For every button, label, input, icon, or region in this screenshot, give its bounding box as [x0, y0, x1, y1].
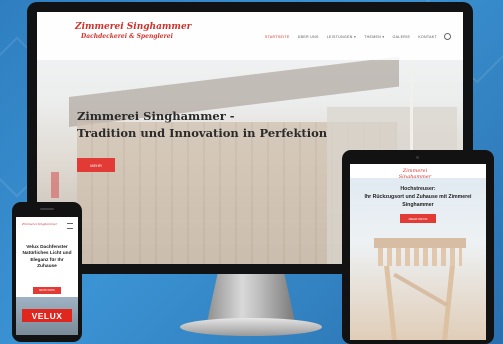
main-menu: STARTSEITE ÜBER UNS LEISTUNGEN ▾ THEMEN … — [265, 35, 437, 39]
hero-cta-button[interactable]: MEHR — [77, 158, 115, 172]
monitor-stand-base — [180, 318, 322, 336]
menu-item-kontakt[interactable]: KONTAKT — [418, 35, 437, 39]
site-logo[interactable]: Zimmerei Singhammer Dachdeckerei & Speng… — [75, 22, 191, 40]
velux-banner: VELUX — [22, 309, 72, 322]
menu-item-leistungen[interactable]: LEISTUNGEN ▾ — [327, 35, 356, 39]
tablet-headline-line3: Singhammer — [402, 201, 434, 208]
phone-cta-button[interactable]: MEHR INFOS — [33, 287, 61, 294]
monitor-stand-neck — [207, 274, 295, 322]
phone-logo[interactable]: Zimmerei Singhammer — [22, 222, 57, 226]
menu-item-startseite[interactable]: STARTSEITE — [265, 35, 290, 39]
logo-line2: Dachdeckerei & Spenglerei — [81, 32, 173, 40]
hamburger-menu-icon[interactable] — [67, 223, 73, 229]
tablet-headline: Hochstreuser: Ihr Rückzugsort und Zuhaus… — [350, 186, 486, 209]
tablet-cta-button[interactable]: MEHR INFOS — [400, 214, 436, 223]
tablet-device: Zimmerei Singhammer Hochstreuser: Ihr Rü… — [342, 150, 494, 344]
hero-title: Zimmerei Singhammer - Tradition und Inno… — [77, 108, 327, 141]
desktop-navbar: Zimmerei Singhammer Dachdeckerei & Speng… — [37, 12, 463, 60]
phone-screen: Zimmerei Singhammer Velux Dachfenster Na… — [16, 217, 78, 335]
phone-device: Zimmerei Singhammer Velux Dachfenster Na… — [12, 202, 82, 342]
speaker-icon — [40, 208, 54, 210]
menu-item-galerie[interactable]: GALERIE — [393, 35, 411, 39]
tablet-screen: Zimmerei Singhammer Hochstreuser: Ihr Rü… — [350, 164, 486, 340]
phone-headline: Velux Dachfenster Natürliches Licht und … — [22, 245, 72, 270]
camera-icon — [416, 156, 419, 159]
logo-line1: Zimmerei Singhammer — [75, 22, 192, 32]
tablet-headline-line2: Ihr Rückzugsort und Zuhause mit Zimmerei — [364, 193, 472, 200]
search-icon[interactable] — [444, 33, 451, 40]
menu-item-ueber-uns[interactable]: ÜBER UNS — [298, 35, 319, 39]
tablet-logo[interactable]: Zimmerei Singhammer — [396, 168, 434, 180]
tablet-navbar: Zimmerei Singhammer — [350, 164, 486, 180]
hero-title-line1: Zimmerei Singhammer - — [77, 109, 235, 123]
tablet-headline-line1: Hochstreuser: — [400, 186, 436, 192]
hero-title-line2: Tradition und Innovation in Perfektion — [77, 125, 328, 140]
menu-item-themen[interactable]: THEMEN ▾ — [364, 35, 384, 39]
